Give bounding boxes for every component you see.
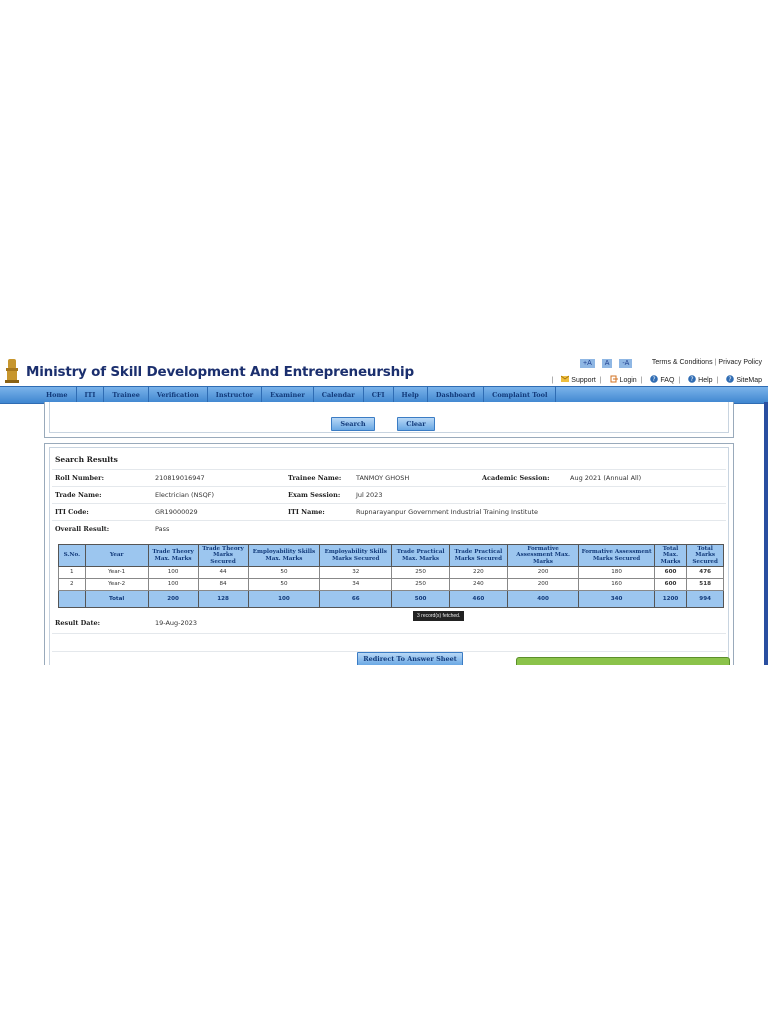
faq-link[interactable]: ? FAQ [650,375,676,384]
notification-bar[interactable] [516,657,730,665]
nav-complaint-tool[interactable]: Complaint Tool [484,387,557,403]
result-date-row: Result Date: 19-Aug-2023 [55,619,198,627]
top-links: Terms & Conditions | Privacy Policy [651,359,762,366]
support-link[interactable]: Support [561,375,597,384]
font-size-controls: +A A -A [580,359,637,368]
nav-dashboard[interactable]: Dashboard [428,387,485,403]
info-row: Overall Result: Pass [52,520,726,538]
national-emblem-icon [5,359,19,383]
svg-text:?: ? [653,376,656,383]
table-row: 1 Year-1 100 44 50 32 250 220 200 180 60… [58,566,724,579]
font-reset-button[interactable]: A [601,359,613,368]
clear-button[interactable]: Clear [397,417,435,431]
font-decrease-button[interactable]: -A [619,359,633,368]
table-header-row: S.No. Year Trade Theory Max. Marks Trade… [58,544,724,567]
iti-code-value: GR19000029 [155,508,198,516]
nav-iti[interactable]: ITI [77,387,105,403]
nav-verification[interactable]: Verification [149,387,208,403]
marks-table: S.No. Year Trade Theory Max. Marks Trade… [58,544,724,608]
info-row: ITI Code: GR19000029 ITI Name: Rupnaraya… [52,503,726,521]
login-icon [610,375,618,383]
help-link[interactable]: ? Help [688,375,714,384]
scrollbar[interactable] [764,402,768,665]
search-button[interactable]: Search [331,417,375,431]
envelope-icon [561,375,570,382]
nav-instructor[interactable]: Instructor [208,387,263,403]
help-circle-icon: ? [688,375,696,383]
site-title[interactable]: Ministry of Skill Development And Entrep… [26,364,414,380]
trade-name-value: Electrician (NSQF) [155,491,214,499]
redirect-to-answer-sheet-button[interactable]: Redirect To Answer Sheet [357,652,463,665]
nav-examiner[interactable]: Examiner [262,387,314,403]
font-increase-button[interactable]: +A [580,359,595,368]
svg-text:?: ? [691,376,694,383]
nav-cfi[interactable]: CFI [364,387,394,403]
help-circle-icon: ? [726,375,735,383]
overall-result-value: Pass [155,525,170,533]
info-row: Roll Number: 210819016947 Trainee Name: … [52,469,726,487]
table-total-row: Total 200 128 100 66 500 460 400 340 120… [58,590,724,608]
login-link[interactable]: Login [610,375,639,384]
trainee-name-value: TANMOY GHOSH [356,474,410,482]
iti-name-value: Rupnarayanpur Government Industrial Trai… [356,508,539,516]
screenshot-area: Ministry of Skill Development And Entrep… [0,353,768,665]
info-row: Trade Name: Electrician (NSQF) Exam Sess… [52,486,726,504]
academic-session-value: Aug 2021 (Annual All) [570,474,642,482]
nav-home[interactable]: Home [38,387,77,403]
svg-text:?: ? [729,376,732,383]
nav-calendar[interactable]: Calendar [314,387,364,403]
utility-links: | Support | Login | ? FAQ | ? Help | ? Site… [551,375,762,384]
results-title: Search Results [55,455,118,464]
nav-trainee[interactable]: Trainee [104,387,149,403]
table-row: 2 Year-2 100 84 50 34 250 240 200 160 60… [58,578,724,591]
result-date-value: 19-Aug-2023 [155,619,198,627]
nav-help[interactable]: Help [394,387,428,403]
terms-link[interactable]: Terms & Conditions [652,359,713,366]
search-results-panel: Search Results Roll Number: 210819016947… [44,443,734,665]
records-fetched-toast: 3 record(s) fetched. [413,611,465,621]
sitemap-link[interactable]: ? SiteMap [726,375,762,384]
search-panel: Search Clear [44,402,734,438]
privacy-link[interactable]: Privacy Policy [718,359,762,366]
roll-number-value: 210819016947 [155,474,205,482]
exam-session-value: Jul 2023 [356,491,383,499]
help-circle-icon: ? [650,375,659,383]
